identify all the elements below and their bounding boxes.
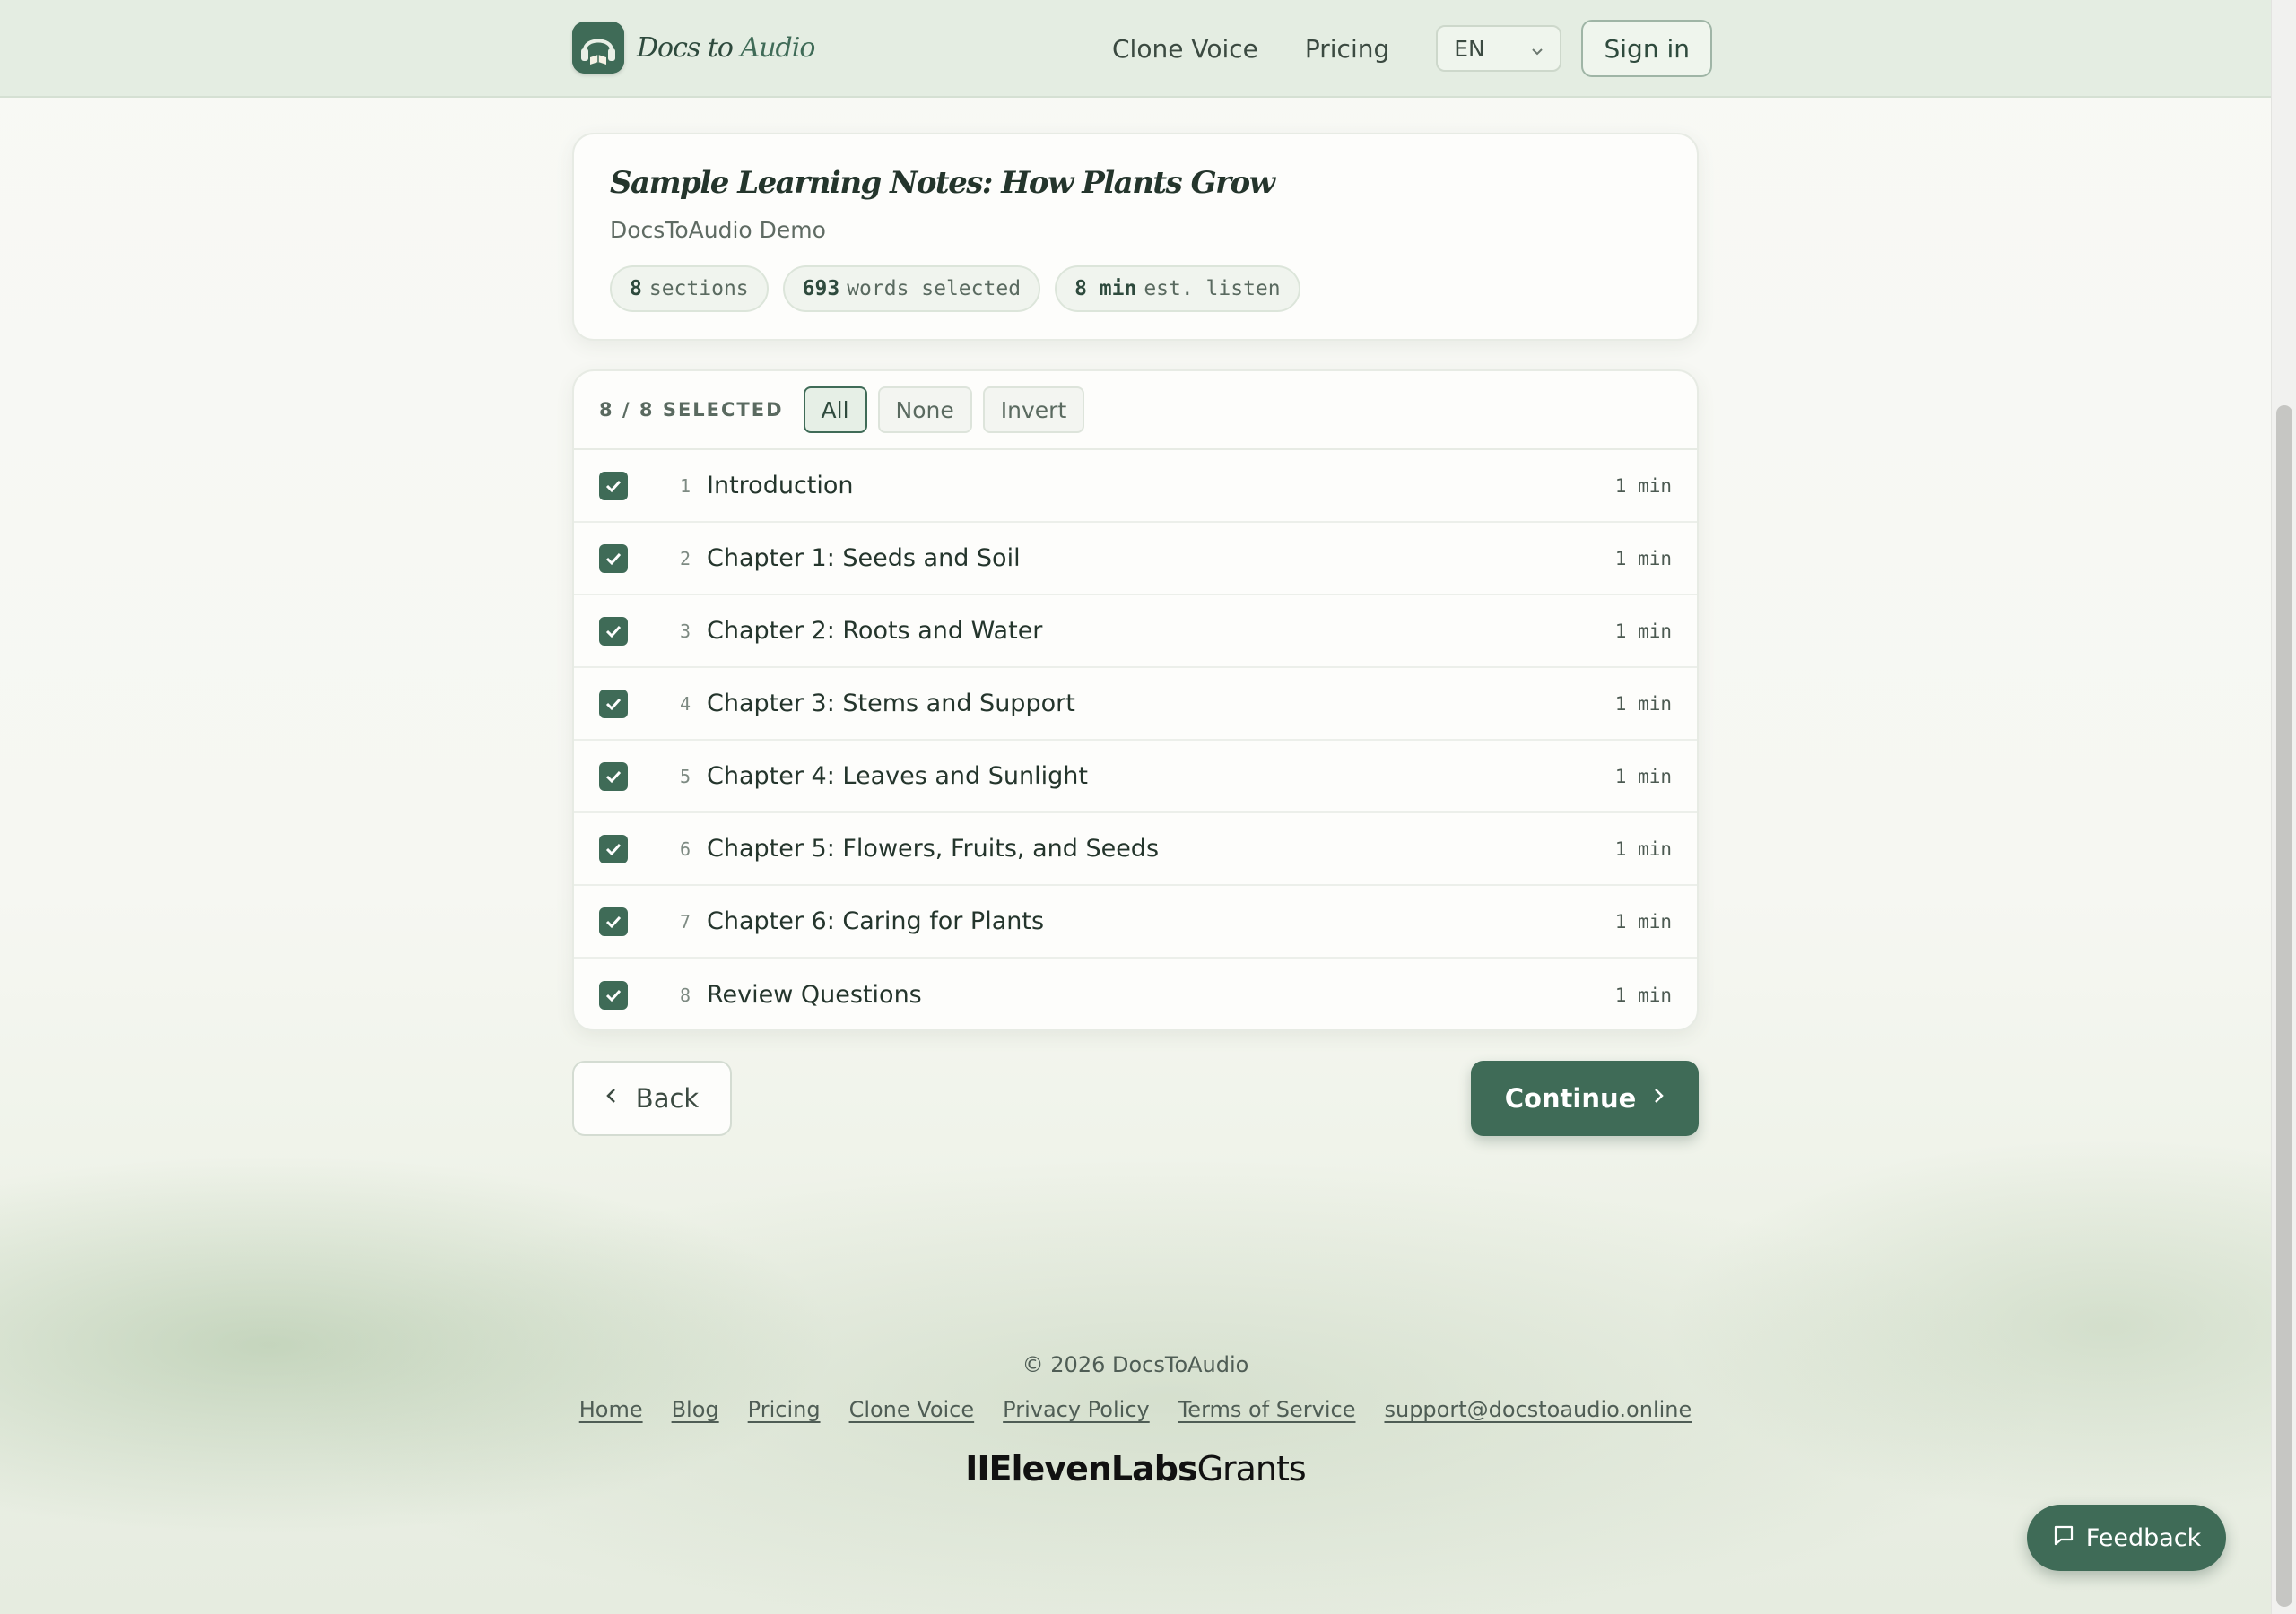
chevron-right-icon — [1654, 1087, 1665, 1110]
section-duration: 1 min — [1614, 765, 1672, 787]
section-title: Chapter 1: Seeds and Soil — [707, 544, 1021, 572]
section-checkbox[interactable] — [599, 907, 628, 936]
document-info-card: Sample Learning Notes: How Plants Grow D… — [572, 133, 1699, 341]
elevenlabs-grants-logo: IIElevenLabsGrants — [965, 1449, 1306, 1488]
footer-link-pricing[interactable]: Pricing — [748, 1397, 821, 1422]
checkbox-check-icon — [605, 552, 622, 565]
document-title: Sample Learning Notes: How Plants Grow — [610, 165, 1275, 201]
section-title: Chapter 5: Flowers, Fruits, and Seeds — [707, 835, 1160, 863]
top-navigation-bar: Docs to Audio Clone Voice Pricing EN Sig… — [0, 0, 2271, 98]
section-title: Chapter 6: Caring for Plants — [707, 907, 1045, 935]
copyright-text: © 2026 DocsToAudio — [1022, 1352, 1249, 1377]
checkbox-check-icon — [605, 843, 622, 855]
select-all-button[interactable]: All — [803, 386, 867, 433]
main-nav: Clone Voice Pricing EN Sign in — [1112, 20, 1713, 77]
document-stats: 8 sections 693 words selected 8 min est. li… — [610, 265, 1315, 312]
nav-link-pricing[interactable]: Pricing — [1305, 34, 1389, 64]
checkbox-check-icon — [605, 698, 622, 710]
section-title: Review Questions — [707, 981, 922, 1009]
invert-selection-button[interactable]: Invert — [982, 386, 1085, 433]
chevron-left-icon — [605, 1087, 616, 1110]
back-button[interactable]: Back — [572, 1061, 732, 1136]
stat-words-pill: 693 words selected — [782, 265, 1041, 312]
nav-link-clone-voice[interactable]: Clone Voice — [1112, 34, 1258, 64]
section-checkbox[interactable] — [599, 980, 628, 1010]
section-checkbox[interactable] — [599, 543, 628, 573]
language-value: EN — [1454, 35, 1485, 62]
checkbox-check-icon — [605, 989, 622, 1002]
continue-button[interactable]: Continue — [1471, 1061, 1699, 1136]
section-checkbox[interactable] — [599, 761, 628, 791]
section-selection-card: 8 / 8 SELECTED All None Invert 1 Introduc… — [572, 369, 1699, 1031]
section-row[interactable]: 4 Chapter 3: Stems and Support 1 min — [574, 668, 1697, 741]
section-title: Chapter 4: Leaves and Sunlight — [707, 762, 1088, 790]
section-duration: 1 min — [1614, 474, 1672, 497]
section-checkbox[interactable] — [599, 616, 628, 646]
selected-count: 8 / 8 SELECTED — [599, 399, 784, 421]
scrollbar-thumb[interactable] — [2276, 405, 2292, 1607]
section-number: 7 — [679, 910, 691, 933]
feedback-label: Feedback — [2085, 1523, 2202, 1552]
document-author: DocsToAudio Demo — [610, 217, 826, 243]
select-none-button[interactable]: None — [877, 386, 972, 433]
section-list: 1 Introduction 1 min 2 Chapter 1: Seeds and … — [574, 450, 1697, 1029]
page-footer: © 2026 DocsToAudio Home Blog Pricing Clo… — [0, 1352, 2271, 1488]
section-checkbox[interactable] — [599, 689, 628, 718]
section-row[interactable]: 6 Chapter 5: Flowers, Fruits, and Seeds 1 … — [574, 813, 1697, 886]
section-row[interactable]: 8 Review Questions 1 min — [574, 959, 1697, 1029]
section-duration: 1 min — [1614, 837, 1672, 860]
section-number: 8 — [679, 984, 691, 1006]
footer-link-home[interactable]: Home — [579, 1397, 643, 1422]
section-number: 5 — [679, 765, 691, 787]
section-number: 6 — [679, 837, 691, 860]
footer-link-support-email[interactable]: support@docstoaudio.online — [1384, 1397, 1692, 1422]
footer-link-blog[interactable]: Blog — [672, 1397, 719, 1422]
section-duration: 1 min — [1614, 910, 1672, 933]
section-duration: 1 min — [1614, 620, 1672, 642]
back-label: Back — [635, 1083, 700, 1114]
section-row[interactable]: 7 Chapter 6: Caring for Plants 1 min — [574, 886, 1697, 959]
checkbox-check-icon — [605, 770, 622, 783]
continue-label: Continue — [1504, 1083, 1637, 1114]
footer-link-terms[interactable]: Terms of Service — [1178, 1397, 1356, 1422]
checkbox-check-icon — [605, 915, 622, 928]
section-title: Chapter 2: Roots and Water — [707, 617, 1043, 645]
stat-sections-pill: 8 sections — [610, 265, 769, 312]
selection-toolbar: 8 / 8 SELECTED All None Invert — [574, 371, 1697, 450]
section-duration: 1 min — [1614, 547, 1672, 569]
section-row[interactable]: 2 Chapter 1: Seeds and Soil 1 min — [574, 523, 1697, 595]
section-duration: 1 min — [1614, 984, 1672, 1006]
section-number: 4 — [679, 692, 691, 715]
headphones-book-logo-icon — [572, 22, 624, 74]
chevron-down-icon — [1531, 36, 1544, 62]
brand-wordmark: Docs to Audio — [637, 31, 815, 64]
footer-link-privacy-policy[interactable]: Privacy Policy — [1003, 1397, 1150, 1422]
section-title: Chapter 3: Stems and Support — [707, 690, 1075, 717]
checkbox-check-icon — [605, 625, 622, 638]
checkbox-check-icon — [605, 480, 622, 492]
section-number: 2 — [679, 547, 691, 569]
footer-link-clone-voice[interactable]: Clone Voice — [849, 1397, 975, 1422]
language-select[interactable]: EN — [1436, 25, 1562, 72]
section-number: 1 — [679, 474, 691, 497]
brand-logo[interactable]: Docs to Audio — [572, 22, 815, 74]
footer-links: Home Blog Pricing Clone Voice Privacy Po… — [0, 1397, 2271, 1422]
section-row[interactable]: 3 Chapter 2: Roots and Water 1 min — [574, 595, 1697, 668]
section-number: 3 — [679, 620, 691, 642]
section-checkbox[interactable] — [599, 471, 628, 500]
chat-bubble-icon — [2052, 1523, 2086, 1553]
section-row[interactable]: 1 Introduction 1 min — [574, 450, 1697, 523]
section-duration: 1 min — [1614, 692, 1672, 715]
sign-in-button[interactable]: Sign in — [1581, 20, 1713, 77]
feedback-button[interactable]: Feedback — [2027, 1505, 2226, 1571]
section-row[interactable]: 5 Chapter 4: Leaves and Sunlight 1 min — [574, 741, 1697, 813]
stat-listen-time-pill: 8 min est. listen — [1055, 265, 1300, 312]
section-checkbox[interactable] — [599, 834, 628, 863]
section-title: Introduction — [707, 472, 854, 499]
